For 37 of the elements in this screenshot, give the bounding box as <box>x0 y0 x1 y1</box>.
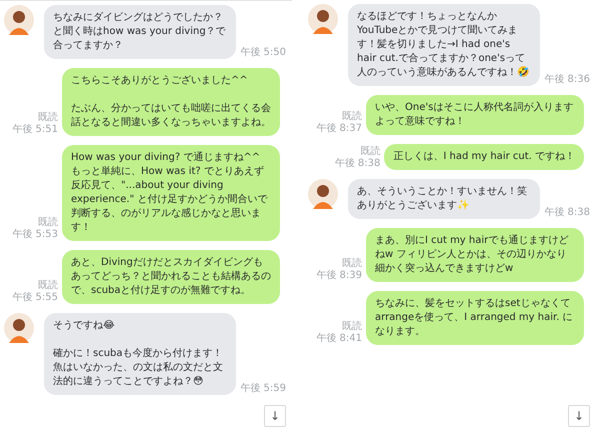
message-text: ちなみに、髪をセットするはsetじゃなくてarrangeを使って、I arranged my hair. になります。 <box>375 297 574 339</box>
timestamp: 午後 8:37 <box>316 123 362 135</box>
message-text: 確かに！scubaも今度から付けます！魚はいなかった、の文は私の文だと文法的に違うってことですよね？😳 <box>53 347 224 389</box>
read-receipt: 既読 <box>38 280 58 292</box>
timestamp: 午後 5:59 <box>240 383 286 395</box>
message-text: こちらこそありがとうございました^^ <box>71 74 249 88</box>
message-text: How was your diving? で通じますね^^ もっと単純に、How was it? でとりあえず反応見て、"...about your diving experience." と付け足すかどうか間合いで判断する、のがリアルな感じかなと思います！ <box>71 151 268 235</box>
read-receipt: 既読 <box>342 111 362 123</box>
timestamp: 午後 8:38 <box>544 207 590 219</box>
timestamp: 午後 5:53 <box>12 229 58 241</box>
avatar-icon <box>308 4 338 34</box>
message-text: まあ、別にI cut my hairでも通じますけどねw フィリピン人とかは、その辺りかなり細かく突っ込んできますけどw <box>375 234 570 276</box>
message-text: ちなみにダイビングはどうでしたか？と聞く時はhow was your diving？で合ってますか？ <box>53 11 227 53</box>
message-text: たぶん、分かってはいても咄嗟に出てくる会話となると間違い多くなっちゃいますよね。 <box>71 102 271 130</box>
timestamp: 午後 5:50 <box>240 47 286 59</box>
read-receipt: 既読 <box>38 112 58 124</box>
message-text: なるほどです！ちょっとなんかYouTubeとかで見つけて聞いてみます！髪を切りました→I had one's hair cut.で合ってますか？one'sって人のっていう意味があるんですね！🤣 <box>357 10 530 80</box>
avatar-icon <box>4 313 34 343</box>
avatar-icon <box>308 179 338 209</box>
message-text: あと、Divingだけだとスカイダイビングもあってどっち？と聞かれることも結構あるので、scubaと付け足すのが無難ですね。 <box>71 256 271 298</box>
timestamp: 午後 5:55 <box>12 292 58 304</box>
timestamp: 午後 8:39 <box>316 270 362 282</box>
timestamp: 午後 8:41 <box>316 333 362 345</box>
message-text: そうですね😂 <box>53 319 116 333</box>
read-receipt: 既読 <box>342 321 362 333</box>
scroll-down-button[interactable]: ↓ <box>264 405 286 427</box>
timestamp: 午後 8:38 <box>334 158 380 170</box>
message-text: 正しくは、I had my hair cut. ですね！ <box>393 150 575 164</box>
avatar-icon <box>4 5 34 35</box>
read-receipt: 既読 <box>342 258 362 270</box>
message-text: あ、そういうことか！すいません！笑ありがとうございます✨ <box>357 185 528 213</box>
message-text: いや、One'sはそこに人称代名詞が入りますよって意味ですね！ <box>375 101 574 129</box>
timestamp: 午後 8:36 <box>544 74 590 86</box>
scroll-down-button[interactable]: ↓ <box>568 405 590 427</box>
read-receipt: 既読 <box>360 146 380 158</box>
read-receipt: 既読 <box>38 217 58 229</box>
timestamp: 午後 5:51 <box>12 124 58 136</box>
